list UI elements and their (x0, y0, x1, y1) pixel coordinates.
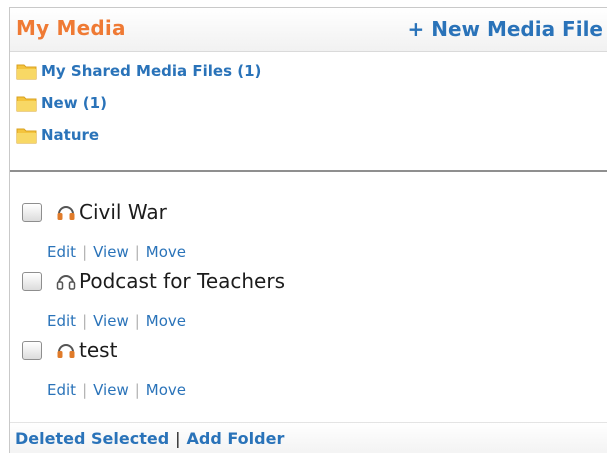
list-item: test (22, 333, 117, 367)
panel-title: My Media (16, 16, 126, 40)
file-actions: Edit | View | Move (47, 310, 186, 332)
folder-label: My Shared Media Files (1) (41, 62, 262, 80)
edit-link[interactable]: Edit (47, 243, 76, 261)
folder-label: Nature (41, 126, 100, 144)
folder-item-my-shared-media-files[interactable]: My Shared Media Files (1) (16, 59, 261, 83)
separator: | (134, 381, 140, 399)
view-link[interactable]: View (93, 381, 129, 399)
headphones-icon (56, 275, 76, 290)
move-link[interactable]: Move (146, 381, 186, 399)
my-media-panel: My Media + New Media File My Shared Medi… (9, 7, 607, 453)
media-file-list: Civil War Edit | View | Move Podcast for… (10, 172, 607, 422)
folder-label: New (1) (41, 94, 107, 112)
panel-footer: Deleted Selected | Add Folder (10, 422, 607, 453)
file-checkbox[interactable] (22, 202, 42, 222)
view-link[interactable]: View (93, 312, 129, 330)
folder-item-new[interactable]: New (1) (16, 91, 107, 115)
file-name[interactable]: Civil War (79, 200, 167, 224)
file-actions: Edit | View | Move (47, 379, 186, 401)
panel-header: My Media + New Media File (10, 8, 607, 52)
separator: | (82, 243, 88, 261)
move-link[interactable]: Move (146, 243, 186, 261)
list-item: Podcast for Teachers (22, 264, 285, 298)
separator: | (134, 312, 140, 330)
move-link[interactable]: Move (146, 312, 186, 330)
view-link[interactable]: View (93, 243, 129, 261)
separator: | (175, 429, 181, 448)
add-folder-link[interactable]: Add Folder (187, 429, 285, 448)
folder-icon (16, 64, 37, 80)
separator: | (82, 381, 88, 399)
folder-item-nature[interactable]: Nature (16, 123, 99, 147)
delete-selected-link[interactable]: Deleted Selected (15, 429, 169, 448)
separator: | (134, 243, 140, 261)
file-actions: Edit | View | Move (47, 241, 186, 263)
edit-link[interactable]: Edit (47, 381, 76, 399)
footer-actions: Deleted Selected | Add Folder (15, 429, 284, 448)
separator: | (82, 312, 88, 330)
folder-list: My Shared Media Files (1) New (1) Nature (10, 56, 607, 168)
file-name[interactable]: Podcast for Teachers (79, 269, 285, 293)
headphones-icon (57, 344, 75, 358)
file-checkbox[interactable] (22, 340, 42, 360)
list-item: Civil War (22, 195, 167, 229)
headphones-icon (57, 206, 75, 220)
file-name[interactable]: test (79, 338, 117, 362)
folder-icon (16, 96, 37, 112)
edit-link[interactable]: Edit (47, 312, 76, 330)
folder-icon (16, 128, 37, 144)
file-checkbox[interactable] (22, 271, 42, 291)
new-media-file-link[interactable]: + New Media File (408, 17, 604, 41)
